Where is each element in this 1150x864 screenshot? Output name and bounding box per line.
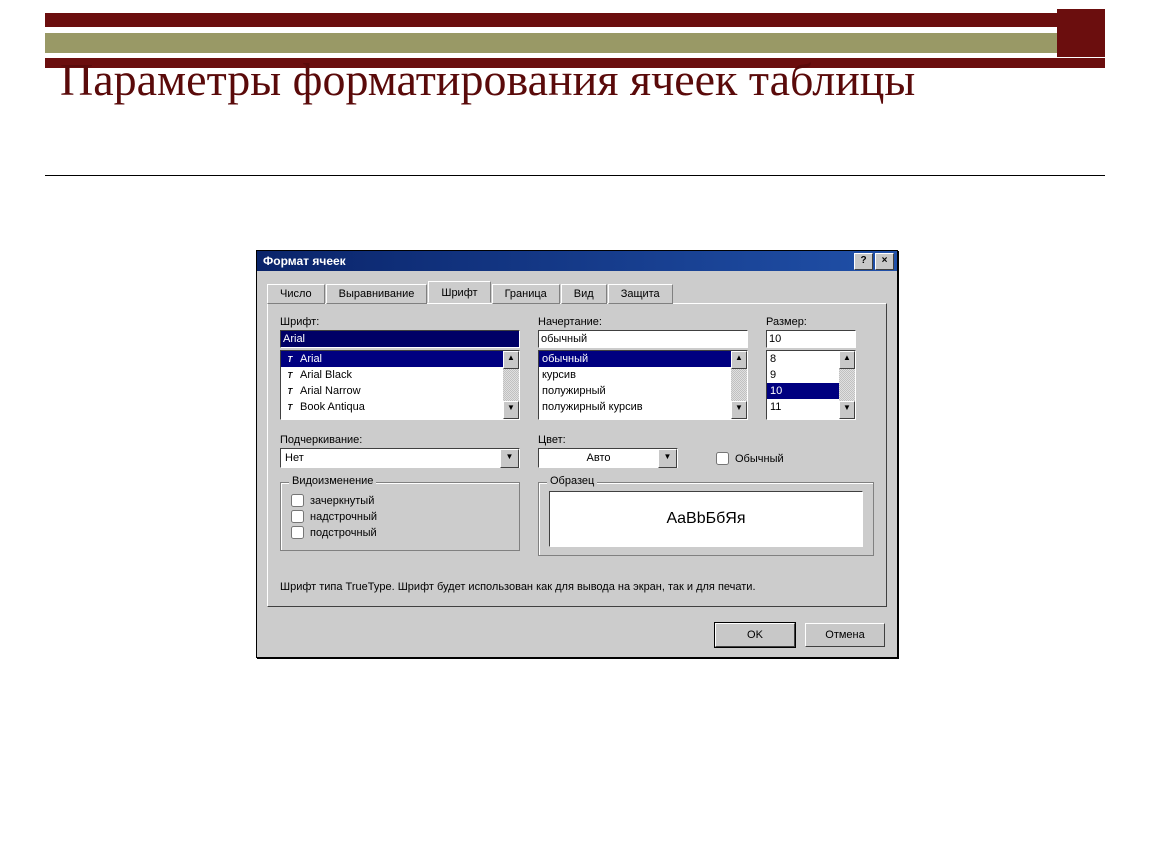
color-group: Цвет: Авто ▼ (538, 432, 678, 468)
font-item-label: Arial Narrow (300, 385, 361, 397)
titlebar[interactable]: Формат ячеек ? × (257, 251, 897, 271)
style-list-scrollbar[interactable]: ▲ ▼ (731, 351, 747, 419)
close-button[interactable]: × (875, 253, 894, 270)
decor-square (1057, 9, 1105, 57)
style-input[interactable] (538, 330, 748, 348)
scroll-down-icon[interactable]: ▼ (839, 401, 855, 419)
tab-view[interactable]: Вид (561, 284, 607, 304)
dialog-button-row: OK Отмена (257, 615, 897, 657)
truetype-icon: T (284, 386, 296, 397)
chevron-down-icon[interactable]: ▼ (658, 449, 677, 468)
size-list-scrollbar[interactable]: ▲ ▼ (839, 351, 855, 419)
size-label: Размер: (766, 316, 856, 328)
normal-checkbox-label: Обычный (735, 453, 784, 465)
tab-protection[interactable]: Защита (608, 284, 673, 304)
subscript-row: подстрочный (291, 526, 509, 539)
tab-number[interactable]: Число (267, 284, 325, 304)
scroll-up-icon[interactable]: ▲ (839, 351, 855, 369)
help-button[interactable]: ? (854, 253, 873, 270)
sample-legend: Образец (547, 475, 597, 487)
scroll-track[interactable] (731, 369, 747, 401)
ok-button[interactable]: OK (715, 623, 795, 647)
slide-title: Параметры форматирования ячеек таблицы (60, 55, 915, 106)
style-listbox[interactable]: обычный курсив полужирный полужирный кур… (538, 350, 748, 420)
font-item-arial[interactable]: T Arial (281, 351, 519, 367)
truetype-icon: T (284, 402, 296, 413)
font-listbox[interactable]: T Arial T Arial Black T Arial Narrow (280, 350, 520, 420)
style-label: Начертание: (538, 316, 748, 328)
size-group: Размер: 8 9 10 11 ▲ (766, 314, 856, 420)
subscript-checkbox[interactable] (291, 526, 304, 539)
underline-group: Подчеркивание: Нет ▼ (280, 432, 520, 468)
sample-group: Образец AaBbБбЯя (538, 482, 874, 556)
font-item-arial-narrow[interactable]: T Arial Narrow (281, 383, 519, 399)
scroll-down-icon[interactable]: ▼ (731, 401, 747, 419)
scroll-track[interactable] (839, 369, 855, 401)
slide: Параметры форматирования ячеек таблицы Ф… (0, 0, 1150, 864)
tab-area: Число Выравнивание Шрифт Граница Вид Защ… (257, 271, 897, 615)
effects-group: Видоизменение зачеркнутый надстрочный по… (280, 482, 520, 551)
font-item-label: Arial (300, 353, 322, 365)
font-item-label: Book Antiqua (300, 401, 365, 413)
font-item-arial-black[interactable]: T Arial Black (281, 367, 519, 383)
superscript-label: надстрочный (310, 511, 377, 523)
style-item-bold-italic[interactable]: полужирный курсив (539, 399, 747, 415)
tab-strip: Число Выравнивание Шрифт Граница Вид Защ… (267, 281, 887, 303)
truetype-icon: T (284, 370, 296, 381)
tab-font[interactable]: Шрифт (428, 281, 490, 303)
font-group: Шрифт: T Arial T Arial Black (280, 314, 520, 420)
truetype-icon: T (284, 354, 296, 365)
title-underline (45, 175, 1105, 176)
color-combo[interactable]: Авто ▼ (538, 448, 678, 468)
superscript-checkbox[interactable] (291, 510, 304, 523)
font-item-label: Arial Black (300, 369, 352, 381)
color-value: Авто (539, 452, 658, 464)
chevron-down-icon[interactable]: ▼ (500, 449, 519, 468)
strike-row: зачеркнутый (291, 494, 509, 507)
strike-label: зачеркнутый (310, 495, 374, 507)
font-label: Шрифт: (280, 316, 520, 328)
font-list-scrollbar[interactable]: ▲ ▼ (503, 351, 519, 419)
scroll-track[interactable] (503, 369, 519, 401)
normal-checkbox-row: Обычный (716, 452, 784, 465)
tab-border[interactable]: Граница (492, 284, 560, 304)
font-item-book-antiqua[interactable]: T Book Antiqua (281, 399, 519, 415)
scroll-up-icon[interactable]: ▲ (731, 351, 747, 369)
cancel-button[interactable]: Отмена (805, 623, 885, 647)
effects-legend: Видоизменение (289, 475, 376, 487)
sample-preview: AaBbБбЯя (549, 491, 863, 547)
subscript-label: подстрочный (310, 527, 377, 539)
tab-alignment[interactable]: Выравнивание (326, 284, 428, 304)
dialog-title: Формат ячеек (263, 254, 852, 268)
style-group: Начертание: обычный курсив полужирный по… (538, 314, 748, 420)
sample-text: AaBbБбЯя (666, 510, 745, 528)
format-cells-dialog: Формат ячеек ? × Число Выравнивание Шриф… (256, 250, 898, 658)
decor-bar-maroon-top (45, 13, 1105, 27)
style-item-italic[interactable]: курсив (539, 367, 747, 383)
truetype-note: Шрифт типа TrueType. Шрифт будет использ… (280, 580, 874, 594)
superscript-row: надстрочный (291, 510, 509, 523)
style-item-bold[interactable]: полужирный (539, 383, 747, 399)
underline-value: Нет (281, 452, 500, 464)
style-item-regular[interactable]: обычный (539, 351, 747, 367)
underline-label: Подчеркивание: (280, 434, 520, 446)
decor-bar-olive (45, 33, 1105, 53)
scroll-down-icon[interactable]: ▼ (503, 401, 519, 419)
underline-combo[interactable]: Нет ▼ (280, 448, 520, 468)
normal-checkbox[interactable] (716, 452, 729, 465)
color-label: Цвет: (538, 434, 678, 446)
strike-checkbox[interactable] (291, 494, 304, 507)
tab-panel: Шрифт: T Arial T Arial Black (267, 303, 887, 607)
size-input[interactable] (766, 330, 856, 348)
scroll-up-icon[interactable]: ▲ (503, 351, 519, 369)
font-input[interactable] (280, 330, 520, 348)
